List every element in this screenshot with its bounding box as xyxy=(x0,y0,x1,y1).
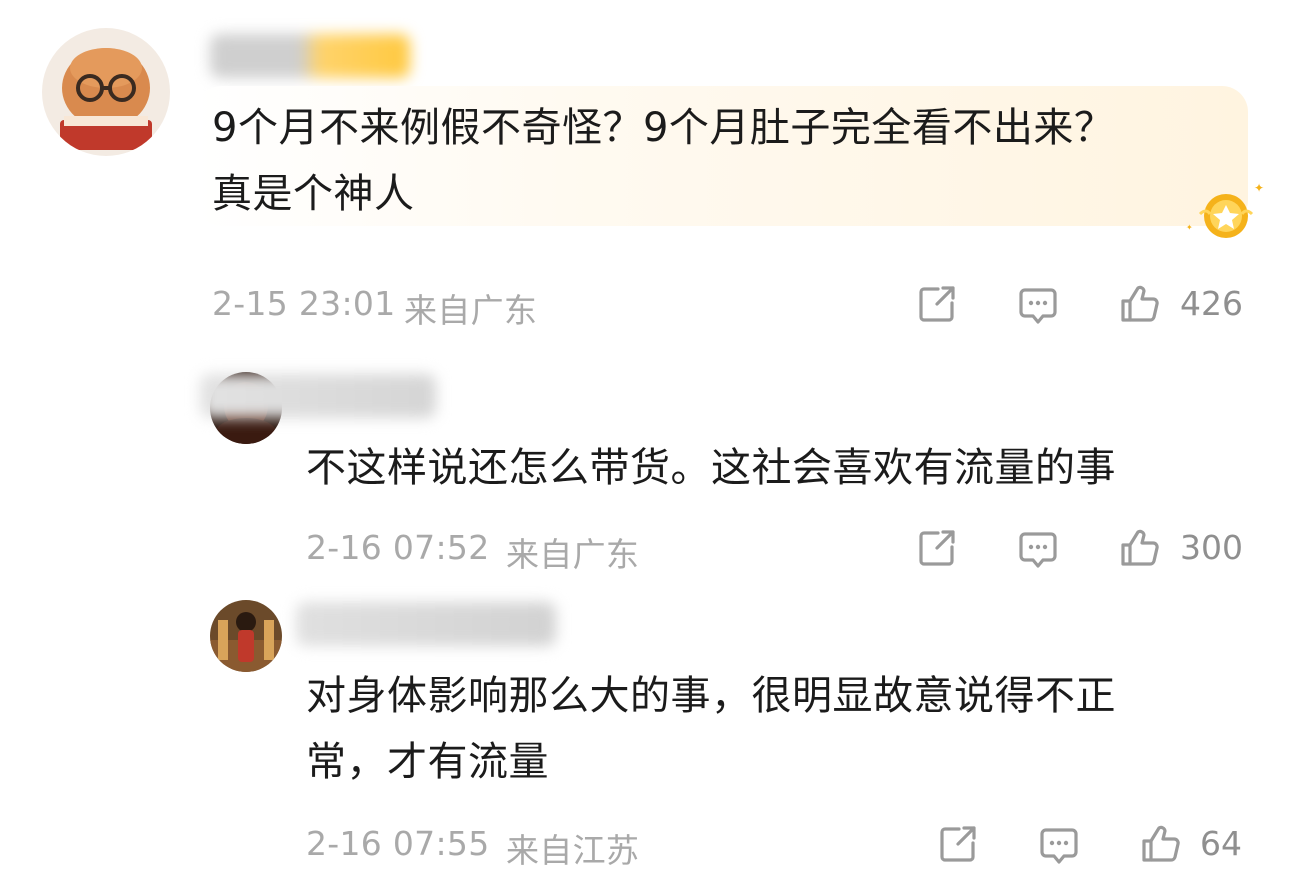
comment-location: 来自广东 xyxy=(404,291,538,330)
comment-timestamp: 2-15 23:01 xyxy=(212,284,396,323)
comment-text-line: 9个月不来例假不奇怪？9个月肚子完全看不出来？ xyxy=(212,105,1115,151)
share-icon[interactable] xyxy=(916,283,958,325)
comment-icon[interactable] xyxy=(1017,285,1059,327)
comment-icon[interactable] xyxy=(1017,529,1059,571)
share-icon[interactable] xyxy=(916,527,958,569)
comment-text-line: 常，才有流量 xyxy=(306,739,549,785)
like-count: 300 xyxy=(1180,528,1243,567)
avatar[interactable] xyxy=(210,600,282,672)
svg-text:✦: ✦ xyxy=(1254,181,1264,195)
thumbs-up-icon[interactable] xyxy=(1140,823,1182,865)
star-badge-icon: ✦ ✦ xyxy=(1182,178,1268,248)
comment-timestamp: 2-16 07:52 xyxy=(306,528,490,567)
username-blurred[interactable] xyxy=(296,602,556,646)
username-blurred[interactable] xyxy=(200,374,436,418)
comment-text-line: 真是个神人 xyxy=(212,171,415,217)
username-blurred[interactable] xyxy=(210,34,410,78)
comment-location: 来自江苏 xyxy=(506,831,640,870)
thumbs-up-icon[interactable] xyxy=(1119,527,1161,569)
comment-timestamp: 2-16 07:55 xyxy=(306,824,490,863)
comment-icon[interactable] xyxy=(1038,825,1080,867)
share-icon[interactable] xyxy=(937,823,979,865)
like-count: 64 xyxy=(1200,824,1242,863)
comment-location: 来自广东 xyxy=(506,535,640,574)
comment-text-line: 不这样说还怎么带货。这社会喜欢有流量的事 xyxy=(306,445,1116,491)
like-count: 426 xyxy=(1180,284,1243,323)
svg-text:✦: ✦ xyxy=(1186,223,1193,232)
comment-text-line: 对身体影响那么大的事，很明显故意说得不正 xyxy=(306,673,1116,719)
avatar[interactable] xyxy=(42,28,170,156)
thumbs-up-icon[interactable] xyxy=(1119,283,1161,325)
